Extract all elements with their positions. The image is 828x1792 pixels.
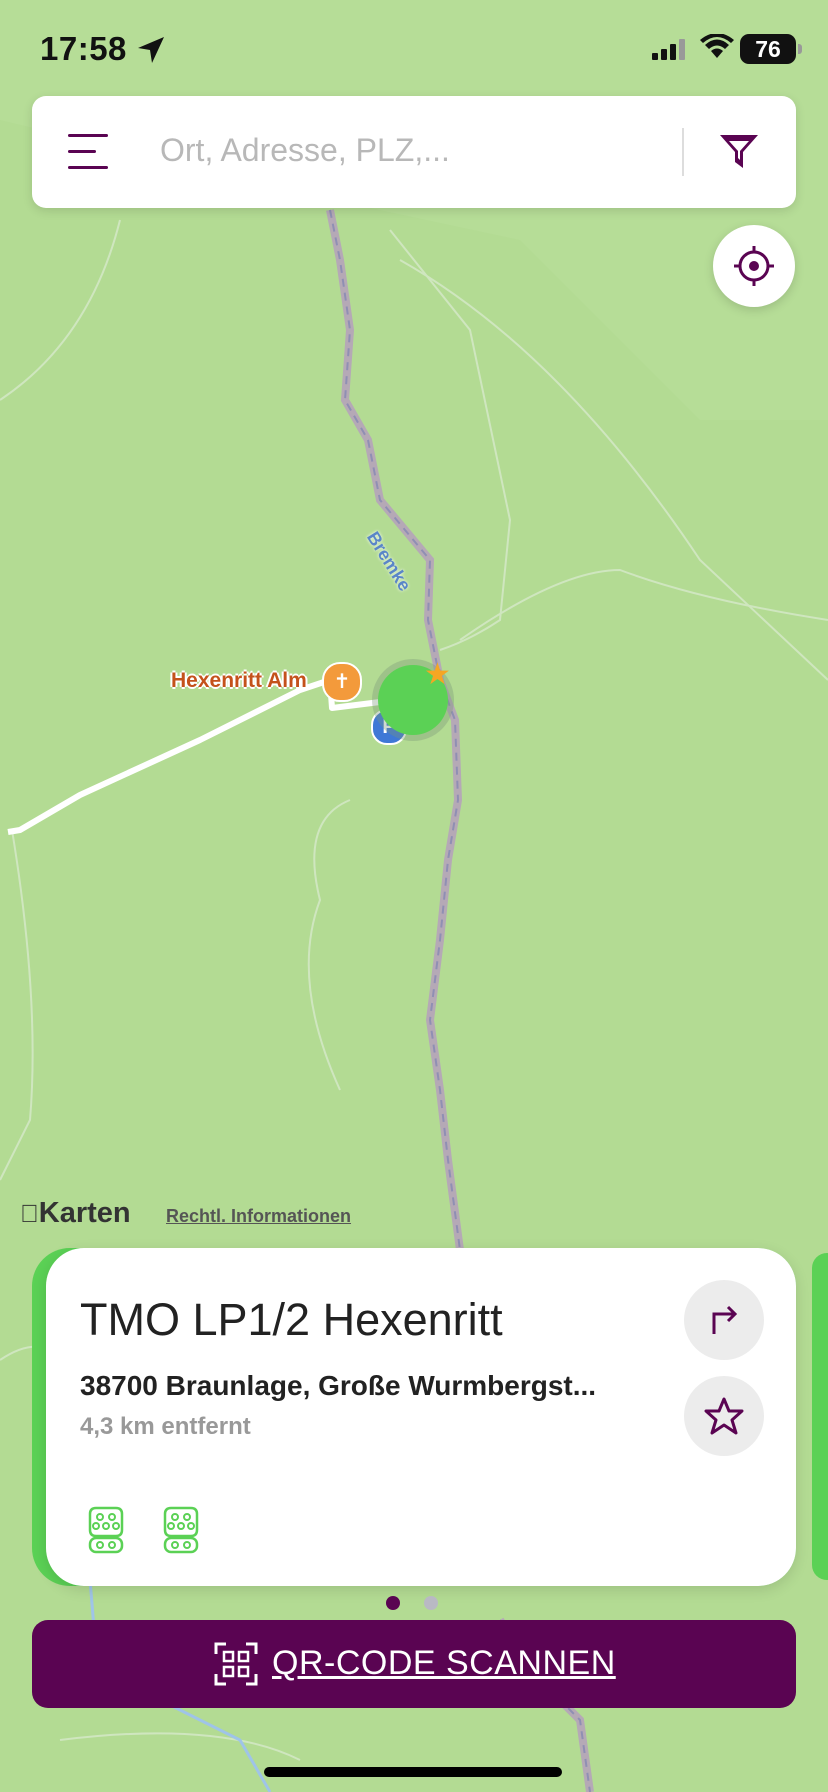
maps-attribution-label: Karten xyxy=(20,1197,131,1229)
location-arrow-icon xyxy=(138,37,164,63)
search-input[interactable]: Ort, Adresse, PLZ,... xyxy=(160,132,450,169)
station-address: 38700 Braunlage, Große Wurmbergst... xyxy=(80,1370,597,1401)
qr-code-icon xyxy=(214,1642,258,1686)
next-station-card[interactable] xyxy=(812,1253,828,1580)
qr-scan-label: QR-CODE SCANNEN xyxy=(272,1644,616,1682)
station-card[interactable]: TMO LP1/2 Hexenritt 38700 Braunlage, Gro… xyxy=(46,1248,796,1586)
restaurant-icon[interactable]: ✝ xyxy=(322,662,362,702)
directions-button[interactable] xyxy=(684,1280,764,1360)
type2-connector-icon xyxy=(88,1506,124,1554)
crosshair-icon xyxy=(734,246,774,286)
pager-dot[interactable] xyxy=(424,1596,438,1610)
menu-icon[interactable] xyxy=(68,134,108,170)
favorite-star-icon: ★ xyxy=(424,658,451,691)
station-title: TMO LP1/2 Hexenritt xyxy=(80,1294,503,1345)
status-time: 17:58 xyxy=(40,30,127,67)
status-bar: 17:58 76 xyxy=(0,0,828,100)
type2-connector-icon xyxy=(163,1506,199,1554)
home-indicator[interactable] xyxy=(264,1767,562,1777)
legal-info-link[interactable]: Rechtl. Informationen xyxy=(166,1206,351,1227)
apple-logo-icon:  xyxy=(20,1200,39,1228)
battery-icon: 76 xyxy=(740,34,802,64)
search-bar: Ort, Adresse, PLZ,... xyxy=(32,96,796,208)
pager-dot-active[interactable] xyxy=(386,1596,400,1610)
cellular-signal-icon xyxy=(652,39,685,60)
wifi-icon xyxy=(700,34,734,58)
map-poi-label[interactable]: Hexenritt Alm xyxy=(171,669,307,693)
turn-right-arrow-icon xyxy=(712,1305,738,1334)
search-divider xyxy=(682,128,684,176)
qr-scan-button[interactable]: QR-CODE SCANNEN xyxy=(32,1620,796,1708)
maps-attribution: Karten xyxy=(20,1197,131,1230)
locate-me-button[interactable] xyxy=(713,225,795,307)
station-distance: 4,3 km entfernt xyxy=(80,1413,251,1440)
star-outline-icon xyxy=(704,1397,744,1435)
filter-icon[interactable] xyxy=(718,132,760,172)
favorite-button[interactable] xyxy=(684,1376,764,1456)
